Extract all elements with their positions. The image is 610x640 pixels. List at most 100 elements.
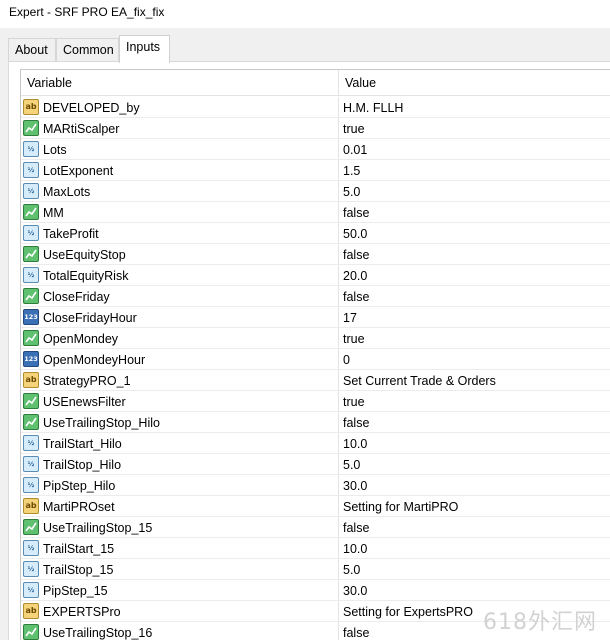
- variable-name: LotExponent: [43, 164, 114, 178]
- variable-cell[interactable]: ab StrategyPRO_1: [21, 370, 339, 390]
- value-cell[interactable]: 17: [339, 307, 610, 327]
- table-row[interactable]: ½ TrailStop_15 5.0: [21, 559, 610, 580]
- variable-cell[interactable]: UseTrailingStop_15: [21, 517, 339, 537]
- variable-cell[interactable]: ab EXPERTSPro: [21, 601, 339, 621]
- table-row[interactable]: ½ PipStep_15 30.0: [21, 580, 610, 601]
- table-row[interactable]: ½ TrailStart_Hilo 10.0: [21, 433, 610, 454]
- table-row[interactable]: ½ TrailStart_15 10.0: [21, 538, 610, 559]
- variable-name: StrategyPRO_1: [43, 374, 131, 388]
- variable-cell[interactable]: ½ PipStep_15: [21, 580, 339, 600]
- table-row[interactable]: 123 CloseFridayHour 17: [21, 307, 610, 328]
- value-cell[interactable]: 5.0: [339, 181, 610, 201]
- variable-cell[interactable]: 123 OpenMondeyHour: [21, 349, 339, 369]
- table-row[interactable]: ½ TrailStop_Hilo 5.0: [21, 454, 610, 475]
- variable-cell[interactable]: ½ LotExponent: [21, 160, 339, 180]
- variable-cell[interactable]: CloseFriday: [21, 286, 339, 306]
- table-row[interactable]: ab DEVELOPED_by H.M. FLLH: [21, 97, 610, 118]
- table-row[interactable]: ½ Lots 0.01: [21, 139, 610, 160]
- variable-cell[interactable]: ab DEVELOPED_by: [21, 97, 339, 117]
- tab-about[interactable]: About: [8, 38, 56, 62]
- value-cell[interactable]: 0: [339, 349, 610, 369]
- variable-cell[interactable]: UseEquityStop: [21, 244, 339, 264]
- variable-cell[interactable]: ½ Lots: [21, 139, 339, 159]
- table-row[interactable]: ab StrategyPRO_1 Set Current Trade & Order…: [21, 370, 610, 391]
- value-cell[interactable]: false: [339, 244, 610, 264]
- variable-cell[interactable]: ½ TrailStart_Hilo: [21, 433, 339, 453]
- variable-cell[interactable]: UseTrailingStop_16: [21, 622, 339, 640]
- value-cell[interactable]: 20.0: [339, 265, 610, 285]
- variable-name: EXPERTSPro: [43, 605, 121, 619]
- tab-inputs[interactable]: Inputs: [119, 35, 170, 63]
- inputs-panel: Variable Value ab DEVELOPED_by H.M. FLLH MA…: [8, 61, 610, 640]
- window-titlebar: Expert - SRF PRO EA_fix_fix: [0, 0, 610, 28]
- value-cell[interactable]: 10.0: [339, 538, 610, 558]
- value-cell[interactable]: 30.0: [339, 580, 610, 600]
- table-row[interactable]: UseTrailingStop_15 false: [21, 517, 610, 538]
- string-type-icon: ab: [23, 99, 39, 115]
- table-row[interactable]: ½ MaxLots 5.0: [21, 181, 610, 202]
- value-cell[interactable]: false: [339, 286, 610, 306]
- variable-name: USEnewsFilter: [43, 395, 126, 409]
- header-value[interactable]: Value: [339, 70, 610, 96]
- value-cell[interactable]: 10.0: [339, 433, 610, 453]
- value-cell[interactable]: 50.0: [339, 223, 610, 243]
- variable-cell[interactable]: MARtiScalper: [21, 118, 339, 138]
- variable-cell[interactable]: UseTrailingStop_Hilo: [21, 412, 339, 432]
- variable-cell[interactable]: USEnewsFilter: [21, 391, 339, 411]
- value-cell[interactable]: 30.0: [339, 475, 610, 495]
- table-row[interactable]: MARtiScalper true: [21, 118, 610, 139]
- value-cell[interactable]: true: [339, 118, 610, 138]
- variable-cell[interactable]: OpenMondey: [21, 328, 339, 348]
- double-type-icon: ½: [23, 456, 39, 472]
- variable-cell[interactable]: ½ TrailStop_15: [21, 559, 339, 579]
- double-type-icon: ½: [23, 435, 39, 451]
- int-type-icon: 123: [23, 309, 39, 325]
- variable-cell[interactable]: ½ PipStep_Hilo: [21, 475, 339, 495]
- table-row[interactable]: ½ PipStep_Hilo 30.0: [21, 475, 610, 496]
- value-cell[interactable]: 5.0: [339, 559, 610, 579]
- table-row[interactable]: UseEquityStop false: [21, 244, 610, 265]
- int-type-icon: 123: [23, 351, 39, 367]
- table-row[interactable]: OpenMondey true: [21, 328, 610, 349]
- double-type-icon: ½: [23, 561, 39, 577]
- tab-common[interactable]: Common: [56, 38, 119, 62]
- value-cell[interactable]: false: [339, 412, 610, 432]
- variable-cell[interactable]: ab MartiPROset: [21, 496, 339, 516]
- table-row[interactable]: MM false: [21, 202, 610, 223]
- value-cell[interactable]: Set Current Trade & Orders: [339, 370, 610, 390]
- table-row[interactable]: ½ LotExponent 1.5: [21, 160, 610, 181]
- value-cell[interactable]: true: [339, 328, 610, 348]
- table-row[interactable]: ½ TotalEquityRisk 20.0: [21, 265, 610, 286]
- variable-cell[interactable]: ½ TotalEquityRisk: [21, 265, 339, 285]
- variable-cell[interactable]: ½ TakeProfit: [21, 223, 339, 243]
- bool-type-icon: [23, 624, 39, 640]
- value-cell[interactable]: 5.0: [339, 454, 610, 474]
- grid-rows: ab DEVELOPED_by H.M. FLLH MARtiScalper true ½…: [21, 97, 610, 640]
- double-type-icon: ½: [23, 582, 39, 598]
- table-row[interactable]: 123 OpenMondeyHour 0: [21, 349, 610, 370]
- value-cell[interactable]: 1.5: [339, 160, 610, 180]
- watermark: 618外汇网: [483, 610, 597, 635]
- variable-cell[interactable]: ½ TrailStop_Hilo: [21, 454, 339, 474]
- value-cell[interactable]: H.M. FLLH: [339, 97, 610, 117]
- value-cell[interactable]: Setting for MartiPRO: [339, 496, 610, 516]
- variable-name: PipStep_Hilo: [43, 479, 116, 493]
- double-type-icon: ½: [23, 267, 39, 283]
- value-cell[interactable]: true: [339, 391, 610, 411]
- header-variable[interactable]: Variable: [21, 70, 339, 96]
- value-cell[interactable]: false: [339, 517, 610, 537]
- table-row[interactable]: ab MartiPROset Setting for MartiPRO: [21, 496, 610, 517]
- value-cell[interactable]: 0.01: [339, 139, 610, 159]
- table-row[interactable]: USEnewsFilter true: [21, 391, 610, 412]
- table-row[interactable]: CloseFriday false: [21, 286, 610, 307]
- table-row[interactable]: ½ TakeProfit 50.0: [21, 223, 610, 244]
- string-type-icon: ab: [23, 603, 39, 619]
- variable-name: MartiPROset: [43, 500, 115, 514]
- variable-cell[interactable]: 123 CloseFridayHour: [21, 307, 339, 327]
- variable-cell[interactable]: ½ MaxLots: [21, 181, 339, 201]
- value-cell[interactable]: false: [339, 202, 610, 222]
- variable-cell[interactable]: ½ TrailStart_15: [21, 538, 339, 558]
- variable-name: CloseFriday: [43, 290, 110, 304]
- variable-cell[interactable]: MM: [21, 202, 339, 222]
- table-row[interactable]: UseTrailingStop_Hilo false: [21, 412, 610, 433]
